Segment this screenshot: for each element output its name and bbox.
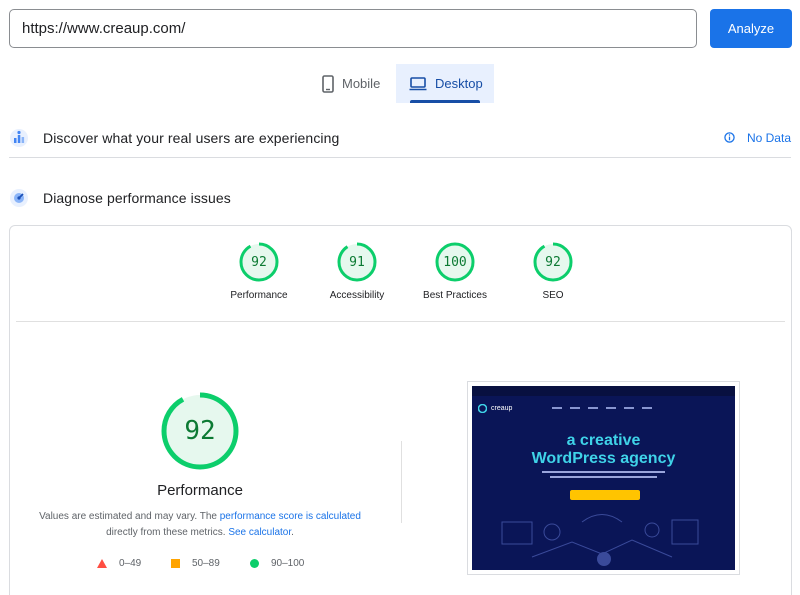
legend-fail: 0–49 — [97, 558, 141, 569]
screenshot-headline-2: WordPress agency — [531, 450, 676, 467]
performance-score-link[interactable]: performance score is calculated — [220, 511, 361, 522]
legend-pass: 90–100 — [250, 558, 304, 569]
screenshot-cta-button — [570, 490, 640, 500]
analyze-button[interactable]: Analyze — [710, 9, 792, 48]
desc-text-1: Values are estimated and may vary. The — [39, 511, 220, 522]
screenshot-scroll-indicator — [596, 552, 611, 566]
screenshot-subtext-line — [542, 471, 665, 473]
desktop-monitor-icon — [409, 76, 427, 90]
legend-average-range: 50–89 — [192, 558, 220, 569]
gauge-score-best-practices: 100 — [443, 254, 467, 270]
gauge-label-performance: Performance — [230, 290, 288, 301]
screenshot-headline-1: a creative — [566, 432, 641, 449]
tab-selected-indicator — [410, 100, 480, 103]
no-data-label: No Data — [746, 130, 791, 145]
screenshot-image: creaup a creative WordPress agency — [472, 386, 735, 570]
performance-title: Performance — [157, 482, 243, 499]
url-input[interactable] — [9, 9, 697, 48]
discover-title: Discover what your real users are experi… — [43, 129, 340, 146]
vertical-divider — [401, 441, 402, 523]
gauge-label-best-practices: Best Practices — [423, 290, 487, 301]
screenshot-logo: creaup — [491, 404, 513, 412]
orange-square-icon — [171, 559, 180, 568]
diagnose-title: Diagnose performance issues — [43, 190, 231, 206]
creaup-logo-icon — [478, 403, 487, 413]
desc-text-3: . — [291, 527, 294, 538]
no-data-link[interactable]: No Data — [724, 131, 791, 145]
screenshot-navlinks — [552, 407, 653, 409]
legend-fail-range: 0–49 — [119, 558, 142, 569]
mobile-phone-icon — [322, 74, 334, 93]
gauge-label-seo: SEO — [542, 290, 564, 301]
screenshot-nav: creaup — [478, 400, 729, 416]
green-circle-icon — [250, 559, 259, 568]
gauge-score-performance: 92 — [251, 254, 267, 270]
legend-pass-range: 90–100 — [271, 558, 305, 569]
gauge-seo[interactable]: 92 SEO — [508, 242, 598, 301]
tab-mobile[interactable]: Mobile — [310, 64, 396, 103]
performance-score-large: 92 — [184, 416, 216, 446]
gauge-score-accessibility: 91 — [349, 254, 365, 270]
performance-description: Values are estimated and may vary. The p… — [32, 509, 368, 541]
screenshot-topbar — [472, 386, 735, 396]
score-gauges-row: 92 Performance 91 Accessibility 100 Best… — [16, 226, 785, 322]
info-icon — [724, 132, 735, 143]
see-calculator-link[interactable]: See calculator — [228, 527, 291, 538]
legend-average: 50–89 — [171, 558, 220, 569]
gauge-score-seo: 92 — [545, 254, 561, 270]
gauge-accessibility[interactable]: 91 Accessibility — [312, 242, 402, 301]
final-screenshot[interactable]: creaup a creative WordPress agency — [467, 381, 740, 575]
red-triangle-icon — [97, 559, 107, 568]
report-card: 92 Performance 91 Accessibility 100 Best… — [9, 225, 792, 595]
gauge-performance[interactable]: 92 Performance — [214, 242, 304, 301]
diagnose-section: Diagnose performance issues — [9, 184, 791, 212]
users-experience-icon — [10, 128, 28, 147]
desc-text-2: directly from these metrics. — [106, 527, 229, 538]
diagnose-icon — [10, 189, 28, 207]
screenshot-subtext-line — [550, 476, 657, 478]
tab-mobile-label: Mobile — [342, 76, 381, 91]
gauge-label-accessibility: Accessibility — [329, 290, 385, 301]
tab-desktop-label: Desktop — [435, 76, 483, 91]
tab-desktop[interactable]: Desktop — [396, 64, 494, 103]
discover-section: Discover what your real users are experi… — [9, 118, 791, 158]
gauge-best-practices[interactable]: 100 Best Practices — [410, 242, 500, 301]
